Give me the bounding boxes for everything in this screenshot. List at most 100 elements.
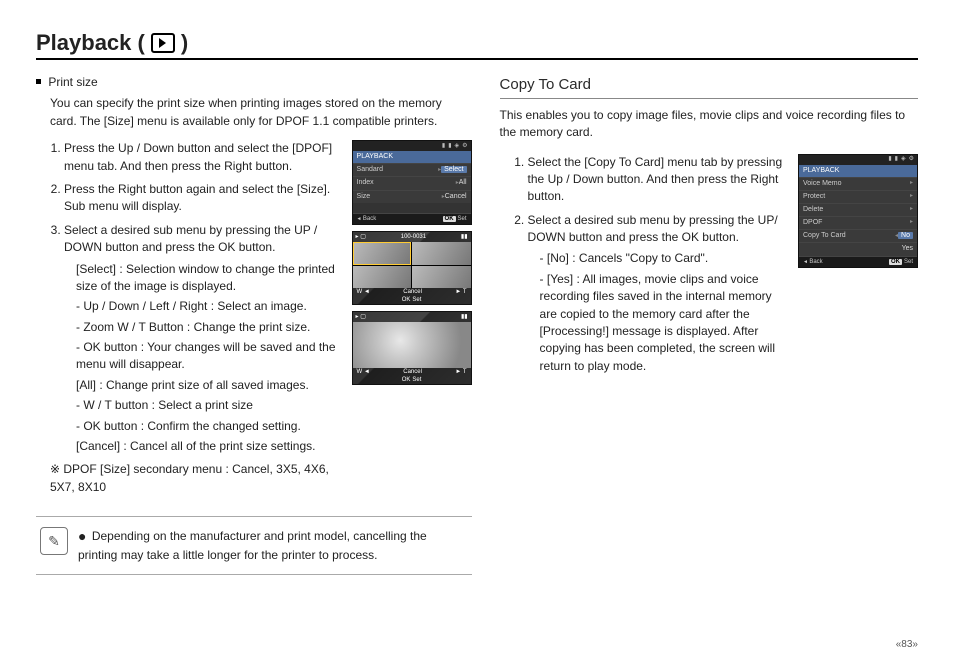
secondary-menu-note: ※ DPOF [Size] secondary menu : Cancel, 3… bbox=[50, 461, 344, 496]
lcd-image-grid: ▸ ▢ 100-0031 ▮▮ W ◄ bbox=[352, 231, 472, 305]
lcd-image-single: ▸ ▢▮▮ W ◄ Cancel ► T OK Set bbox=[352, 311, 472, 385]
print-size-intro: You can specify the print size when prin… bbox=[50, 95, 472, 130]
lcd-back: Back bbox=[803, 258, 823, 267]
yes-label: - [Yes] : bbox=[540, 272, 580, 286]
all-line: [All] : Change print size of all saved i… bbox=[76, 377, 344, 394]
lcd-row: DPOF▸ bbox=[799, 216, 917, 229]
lcd-row-label: Sandard bbox=[357, 165, 383, 175]
lcd-row-val: All bbox=[459, 179, 467, 186]
playback-icon bbox=[151, 33, 175, 53]
copy-to-card-heading: Copy To Card bbox=[500, 74, 918, 96]
lcd-menu-size: ▮▮◈⚙ PLAYBACK Sandard ▸Select Index ▸All… bbox=[352, 140, 472, 225]
copy-step-2: Select a desired sub menu by pressing th… bbox=[528, 212, 788, 376]
zoom-line: - Zoom W / T Button : Change the print s… bbox=[76, 319, 344, 336]
lcd-ok: OK bbox=[889, 259, 902, 265]
lcd-row-index: Index ▸All bbox=[353, 176, 471, 189]
lcd-row-label: Voice Memo bbox=[803, 179, 842, 189]
lcd-set: Set bbox=[458, 216, 467, 222]
lcd-topstrip: ▸ ▢ 100-0031 ▮▮ bbox=[353, 232, 471, 242]
lcd-row-size: Size ▸Cancel bbox=[353, 190, 471, 203]
lcd-botstrip: W ◄ Cancel ► T OK Set bbox=[353, 288, 471, 304]
lcd-row-yes: Yes bbox=[799, 242, 917, 255]
right-column: Copy To Card This enables you to copy im… bbox=[500, 74, 918, 575]
copy-intro: This enables you to copy image files, mo… bbox=[500, 107, 918, 142]
yes-line: - [Yes] : All images, movie clips and vo… bbox=[540, 271, 788, 375]
lcd-menu-copy: ▮▮◈⚙ PLAYBACK Voice Memo▸ Protect▸ Delet… bbox=[798, 154, 918, 269]
copy-steps: Select the [Copy To Card] menu tab by pr… bbox=[514, 154, 788, 376]
title-prefix: Playback ( bbox=[36, 30, 145, 56]
okconfirm-line: - OK button : Confirm the changed settin… bbox=[76, 418, 344, 435]
print-size-heading: Print size bbox=[36, 74, 472, 91]
lcd-header: PLAYBACK bbox=[353, 151, 471, 163]
title-suffix: ) bbox=[181, 30, 188, 56]
copy-step-1: Select the [Copy To Card] menu tab by pr… bbox=[528, 154, 788, 206]
all-text: Change print size of all saved images. bbox=[106, 378, 309, 392]
page-number: «83» bbox=[896, 639, 918, 650]
lcd-set: Set bbox=[412, 296, 421, 305]
lcd-status-bar: ▮▮◈⚙ bbox=[353, 141, 471, 151]
lcd-row: Voice Memo▸ bbox=[799, 177, 917, 190]
no-line: - [No] : Cancels "Copy to Card". bbox=[540, 250, 788, 267]
all-label: [All] : bbox=[76, 378, 103, 392]
no-text: Cancels "Copy to Card". bbox=[579, 251, 708, 265]
lcd-row-val: Select bbox=[441, 166, 466, 173]
lcd-row-label: Copy To Card bbox=[803, 231, 846, 241]
wt-line: - W / T button : Select a print size bbox=[76, 397, 344, 414]
lcd-thumb bbox=[412, 266, 471, 289]
note-body: Depending on the manufacturer and print … bbox=[78, 529, 427, 562]
square-bullet-icon bbox=[36, 79, 41, 84]
lcd-set: Set bbox=[412, 376, 421, 385]
lcd-row-val: No bbox=[898, 232, 913, 239]
lcd-thumb bbox=[353, 266, 412, 289]
page-title: Playback ( ) bbox=[36, 30, 918, 56]
lcd-row-label: Size bbox=[357, 192, 371, 202]
step-3: Select a desired sub menu by pressing th… bbox=[64, 222, 344, 456]
lcd-row-label: DPOF bbox=[803, 218, 822, 228]
section-underline bbox=[500, 98, 918, 99]
lcd-ok: OK bbox=[443, 216, 456, 222]
cancel-text: Cancel all of the print size settings. bbox=[130, 439, 315, 453]
lcd-footer: Back OKSet bbox=[799, 256, 917, 268]
lcd-thumb bbox=[353, 242, 412, 265]
lcd-row-copy: Copy To Card ◂No bbox=[799, 229, 917, 242]
note-box: ✎ ● Depending on the manufacturer and pr… bbox=[36, 516, 472, 574]
lcd-thumb bbox=[412, 242, 471, 265]
lcd-status-bar: ▮▮◈⚙ bbox=[799, 155, 917, 165]
select-label: [Select] : bbox=[76, 262, 123, 276]
lcd-row-label: Protect bbox=[803, 192, 825, 202]
lcd-back: Back bbox=[357, 215, 377, 224]
lcd-ok: OK bbox=[402, 296, 411, 305]
lcd-previews-left: ▮▮◈⚙ PLAYBACK Sandard ▸Select Index ▸All… bbox=[352, 140, 472, 385]
select-line: [Select] : Selection window to change th… bbox=[76, 261, 344, 296]
lcd-set: Set bbox=[904, 259, 913, 265]
print-size-heading-text: Print size bbox=[48, 75, 97, 89]
bullet-dot-icon: ● bbox=[78, 528, 86, 544]
nav-line: - Up / Down / Left / Right : Select an i… bbox=[76, 298, 344, 315]
cancel-label: [Cancel] : bbox=[76, 439, 127, 453]
lcd-row-val: Cancel bbox=[445, 193, 467, 200]
lcd-row: Protect▸ bbox=[799, 190, 917, 203]
print-size-steps: Press the Up / Down button and select th… bbox=[50, 140, 344, 455]
lcd-footer: Back OKSet bbox=[353, 213, 471, 225]
step-3-text: Select a desired sub menu by pressing th… bbox=[64, 223, 317, 254]
lcd-row-label: Index bbox=[357, 178, 374, 188]
yes-text: All images, movie clips and voice record… bbox=[540, 272, 775, 373]
ok-line: - OK button : Your changes will be saved… bbox=[76, 339, 344, 374]
step-1: Press the Up / Down button and select th… bbox=[64, 140, 344, 175]
note-text: ● Depending on the manufacturer and prin… bbox=[78, 527, 468, 563]
lcd-row-standard: Sandard ▸Select bbox=[353, 163, 471, 176]
lcd-botstrip: W ◄ Cancel ► T OK Set bbox=[353, 368, 471, 384]
no-label: - [No] : bbox=[540, 251, 576, 265]
copy-step-2-text: Select a desired sub menu by pressing th… bbox=[528, 213, 778, 244]
lcd-topstrip: ▸ ▢▮▮ bbox=[353, 312, 471, 322]
step-2: Press the Right button again and select … bbox=[64, 181, 344, 216]
left-column: Print size You can specify the print siz… bbox=[36, 74, 472, 575]
note-icon: ✎ bbox=[40, 527, 68, 555]
lcd-row-label: Delete bbox=[803, 205, 823, 215]
lcd-row: Delete▸ bbox=[799, 203, 917, 216]
lcd-header: PLAYBACK bbox=[799, 165, 917, 177]
lcd-ok: OK bbox=[402, 376, 411, 385]
lcd-counter: 100-0031 bbox=[401, 233, 426, 242]
lcd-previews-right: ▮▮◈⚙ PLAYBACK Voice Memo▸ Protect▸ Delet… bbox=[798, 154, 918, 269]
lcd-thumb-grid bbox=[353, 242, 471, 288]
